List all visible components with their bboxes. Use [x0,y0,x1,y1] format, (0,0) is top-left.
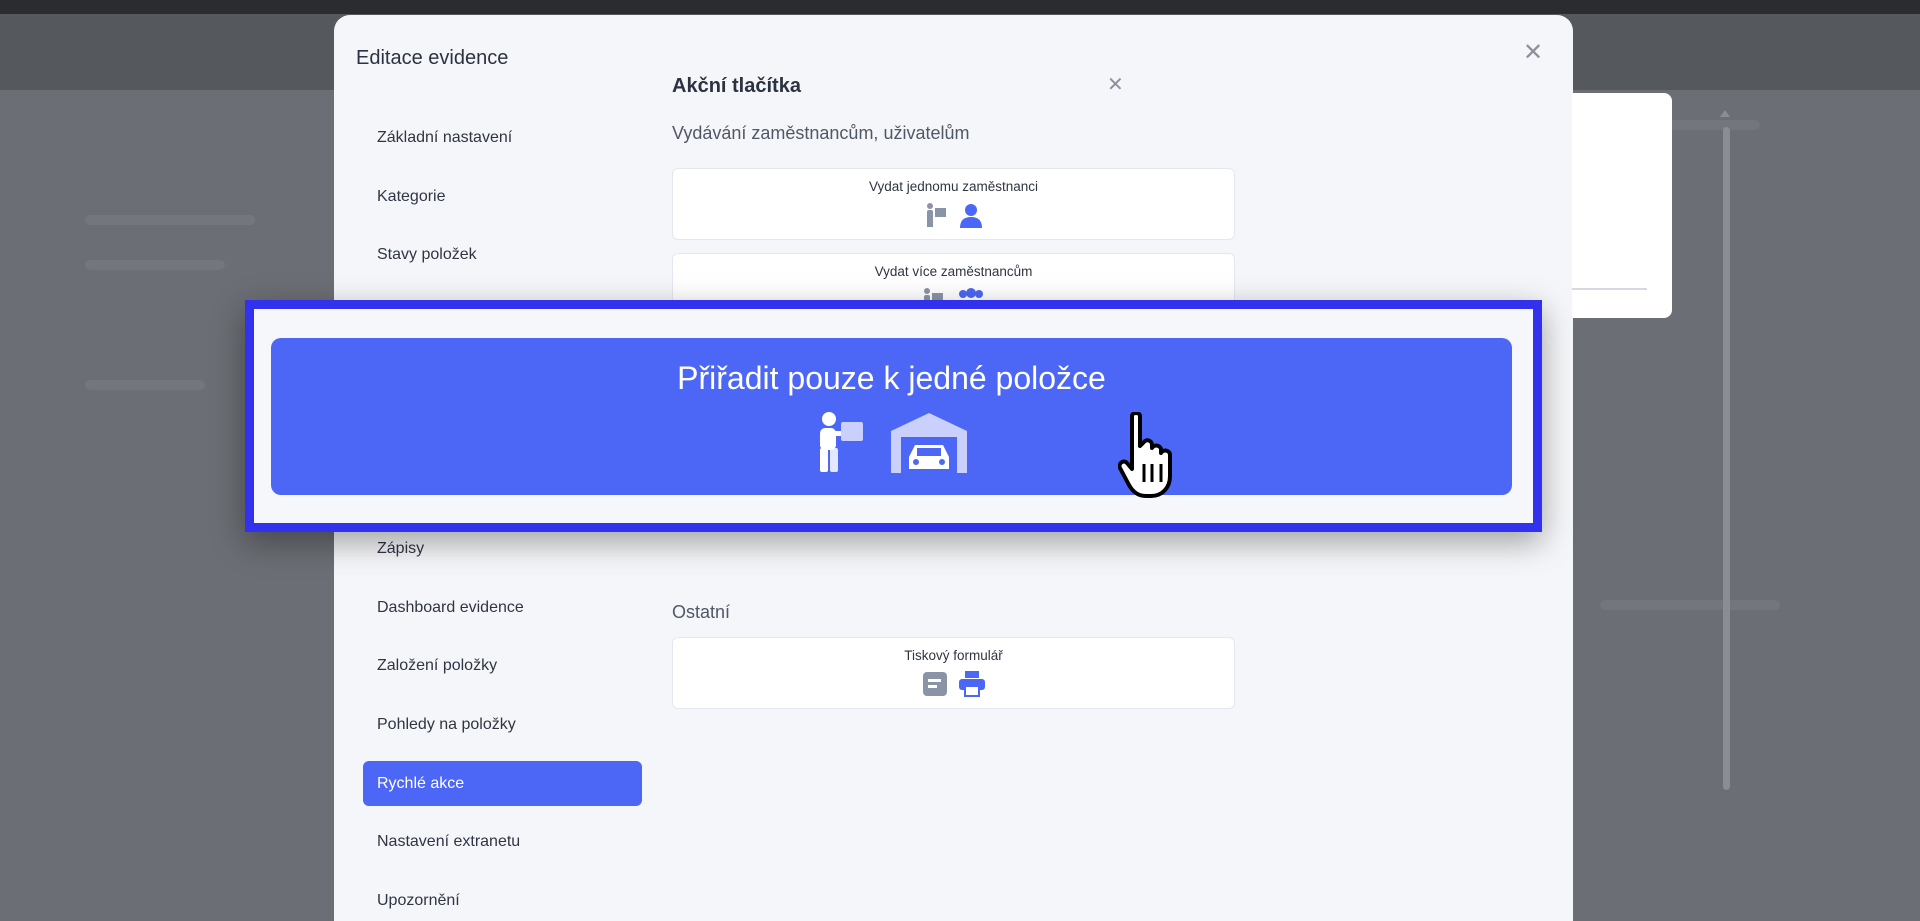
side-preview-card [1572,93,1672,318]
user-icon [958,202,984,233]
nav-item-dashboard-evidence[interactable]: Dashboard evidence [363,585,642,630]
nav-item-kategorie[interactable]: Kategorie [363,174,642,219]
nav-item-upozorneni[interactable]: Upozornění [363,878,642,921]
assign-single-item-button[interactable]: Přiřadit pouze k jedné položce [271,338,1512,495]
divider [1572,288,1647,290]
nav-item-nastaveni-extranetu[interactable]: Nastavení extranetu [363,819,642,864]
nav-item-pohledy-na-polozky[interactable]: Pohledy na položky [363,702,642,747]
person-carrying-box-icon [924,202,948,233]
background-row [85,215,255,225]
section-title-employees: Vydávání zaměstnancům, uživatelům [672,123,970,143]
action-card-label: Vydat jednomu zaměstnanci [868,179,1039,194]
panel-title: Akční tlačítka [672,75,801,97]
nav-item-stavy-polozek[interactable]: Stavy položek [363,232,642,277]
zoom-callout: Přiřadit pouze k jedné položce [245,300,1542,532]
scrollbar-thumb[interactable] [1723,127,1730,790]
scroll-up-arrow[interactable] [1720,110,1730,117]
panel-close-icon[interactable]: ✕ [1107,72,1124,97]
document-icon [922,671,948,702]
person-carrying-box-icon [815,411,865,478]
close-icon[interactable]: ✕ [1521,41,1545,65]
nav-item-zapisy[interactable]: Zápisy [363,526,642,571]
garage-car-icon [889,411,969,478]
action-card-single-employee[interactable]: Vydat jednomu zaměstnanci [672,168,1235,240]
modal-title: Editace evidence [356,47,509,69]
background-topbar [0,0,1920,14]
background-row [1600,600,1780,610]
action-card-print-form[interactable]: Tiskový formulář [672,637,1235,709]
printer-icon [958,671,986,702]
nav-item-zalozeni-polozky[interactable]: Založení položky [363,643,642,688]
background-row [85,260,225,270]
background-row [85,380,205,390]
action-card-label: Tiskový formulář [904,648,1003,663]
action-card-label: Vydat více zaměstnancům [874,264,1033,279]
hand-pointer-icon [1117,411,1198,507]
assign-single-item-label: Přiřadit pouze k jedné položce [677,360,1106,396]
section-title-other: Ostatní [672,602,731,622]
nav-item-rychle-akce[interactable]: Rychlé akce [363,760,642,806]
nav-item-zakladni-nastaveni[interactable]: Základní nastavení [363,115,642,160]
